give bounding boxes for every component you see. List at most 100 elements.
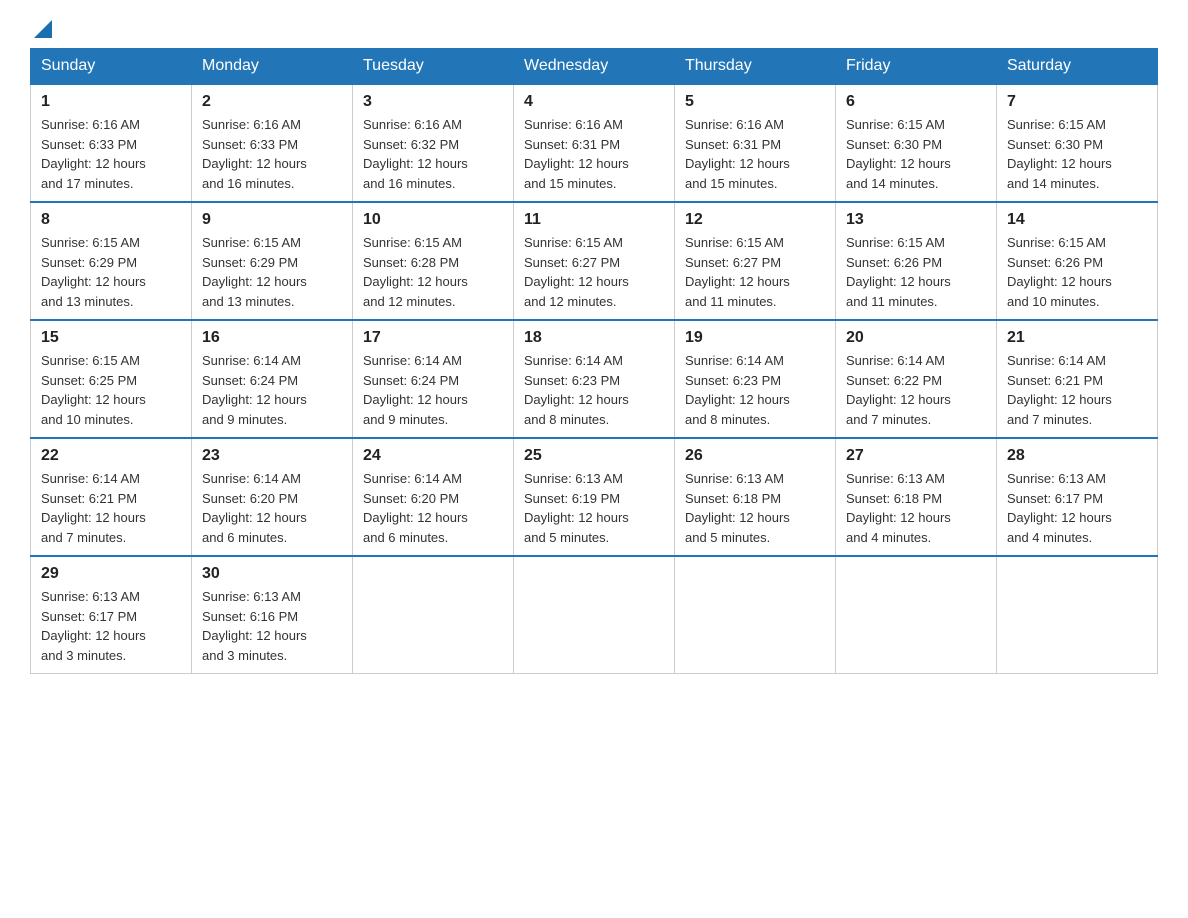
- day-cell-15: 15Sunrise: 6:15 AMSunset: 6:25 PMDayligh…: [31, 320, 192, 438]
- day-number: 30: [202, 565, 342, 583]
- week-row-3: 15Sunrise: 6:15 AMSunset: 6:25 PMDayligh…: [31, 320, 1158, 438]
- day-cell-1: 1Sunrise: 6:16 AMSunset: 6:33 PMDaylight…: [31, 84, 192, 202]
- day-number: 12: [685, 211, 825, 229]
- day-number: 16: [202, 329, 342, 347]
- day-info: Sunrise: 6:14 AMSunset: 6:21 PMDaylight:…: [41, 469, 181, 547]
- day-info: Sunrise: 6:13 AMSunset: 6:16 PMDaylight:…: [202, 587, 342, 665]
- weekday-header-saturday: Saturday: [997, 49, 1158, 85]
- weekday-header-wednesday: Wednesday: [514, 49, 675, 85]
- week-row-2: 8Sunrise: 6:15 AMSunset: 6:29 PMDaylight…: [31, 202, 1158, 320]
- day-info: Sunrise: 6:14 AMSunset: 6:20 PMDaylight:…: [202, 469, 342, 547]
- day-info: Sunrise: 6:15 AMSunset: 6:27 PMDaylight:…: [685, 233, 825, 311]
- day-cell-5: 5 Sunrise: 6:16 AMSunset: 6:31 PMDaylight…: [675, 84, 836, 202]
- day-info: Sunrise: 6:13 AMSunset: 6:17 PMDaylight:…: [1007, 469, 1147, 547]
- day-cell-30: 30 Sunrise: 6:13 AMSunset: 6:16 PMDayligh…: [192, 556, 353, 674]
- weekday-header-thursday: Thursday: [675, 49, 836, 85]
- day-info: Sunrise: 6:14 AMSunset: 6:20 PMDaylight:…: [363, 469, 503, 547]
- day-number: 5: [685, 93, 825, 111]
- day-cell-21: 21 Sunrise: 6:14 AMSunset: 6:21 PMDayligh…: [997, 320, 1158, 438]
- page-header: [30, 20, 1158, 38]
- logo: [30, 20, 54, 38]
- day-cell-26: 26 Sunrise: 6:13 AMSunset: 6:18 PMDayligh…: [675, 438, 836, 556]
- day-number: 9: [202, 211, 342, 229]
- day-number: 28: [1007, 447, 1147, 465]
- logo-triangle-icon: [34, 20, 52, 38]
- day-number: 6: [846, 93, 986, 111]
- day-cell-16: 16 Sunrise: 6:14 AMSunset: 6:24 PMDayligh…: [192, 320, 353, 438]
- day-cell-4: 4Sunrise: 6:16 AMSunset: 6:31 PMDaylight…: [514, 84, 675, 202]
- day-cell-7: 7 Sunrise: 6:15 AMSunset: 6:30 PMDaylight…: [997, 84, 1158, 202]
- day-info: Sunrise: 6:16 AMSunset: 6:31 PMDaylight:…: [685, 115, 825, 193]
- day-cell-28: 28 Sunrise: 6:13 AMSunset: 6:17 PMDayligh…: [997, 438, 1158, 556]
- day-number: 17: [363, 329, 503, 347]
- weekday-header-row: SundayMondayTuesdayWednesdayThursdayFrid…: [31, 49, 1158, 85]
- day-cell-14: 14 Sunrise: 6:15 AMSunset: 6:26 PMDayligh…: [997, 202, 1158, 320]
- day-info: Sunrise: 6:14 AMSunset: 6:21 PMDaylight:…: [1007, 351, 1147, 429]
- day-number: 18: [524, 329, 664, 347]
- day-info: Sunrise: 6:14 AMSunset: 6:22 PMDaylight:…: [846, 351, 986, 429]
- day-number: 29: [41, 565, 181, 583]
- weekday-header-monday: Monday: [192, 49, 353, 85]
- day-info: Sunrise: 6:15 AMSunset: 6:30 PMDaylight:…: [1007, 115, 1147, 193]
- calendar-table: SundayMondayTuesdayWednesdayThursdayFrid…: [30, 48, 1158, 674]
- day-cell-18: 18 Sunrise: 6:14 AMSunset: 6:23 PMDayligh…: [514, 320, 675, 438]
- empty-cell: [675, 556, 836, 674]
- day-number: 23: [202, 447, 342, 465]
- week-row-5: 29 Sunrise: 6:13 AMSunset: 6:17 PMDayligh…: [31, 556, 1158, 674]
- day-cell-17: 17 Sunrise: 6:14 AMSunset: 6:24 PMDayligh…: [353, 320, 514, 438]
- day-info: Sunrise: 6:14 AMSunset: 6:23 PMDaylight:…: [524, 351, 664, 429]
- day-info: Sunrise: 6:16 AMSunset: 6:33 PMDaylight:…: [202, 115, 342, 193]
- day-cell-8: 8Sunrise: 6:15 AMSunset: 6:29 PMDaylight…: [31, 202, 192, 320]
- weekday-header-tuesday: Tuesday: [353, 49, 514, 85]
- day-number: 14: [1007, 211, 1147, 229]
- day-number: 21: [1007, 329, 1147, 347]
- empty-cell: [997, 556, 1158, 674]
- day-cell-22: 22 Sunrise: 6:14 AMSunset: 6:21 PMDayligh…: [31, 438, 192, 556]
- day-number: 15: [41, 329, 181, 347]
- day-cell-24: 24Sunrise: 6:14 AMSunset: 6:20 PMDayligh…: [353, 438, 514, 556]
- day-cell-11: 11 Sunrise: 6:15 AMSunset: 6:27 PMDayligh…: [514, 202, 675, 320]
- day-number: 1: [41, 93, 181, 111]
- week-row-4: 22 Sunrise: 6:14 AMSunset: 6:21 PMDayligh…: [31, 438, 1158, 556]
- day-number: 22: [41, 447, 181, 465]
- day-info: Sunrise: 6:13 AMSunset: 6:18 PMDaylight:…: [685, 469, 825, 547]
- day-cell-6: 6 Sunrise: 6:15 AMSunset: 6:30 PMDaylight…: [836, 84, 997, 202]
- day-number: 3: [363, 93, 503, 111]
- day-info: Sunrise: 6:15 AMSunset: 6:26 PMDaylight:…: [846, 233, 986, 311]
- day-cell-10: 10Sunrise: 6:15 AMSunset: 6:28 PMDayligh…: [353, 202, 514, 320]
- day-info: Sunrise: 6:15 AMSunset: 6:26 PMDaylight:…: [1007, 233, 1147, 311]
- weekday-header-sunday: Sunday: [31, 49, 192, 85]
- day-number: 13: [846, 211, 986, 229]
- day-info: Sunrise: 6:13 AMSunset: 6:19 PMDaylight:…: [524, 469, 664, 547]
- day-number: 7: [1007, 93, 1147, 111]
- day-cell-13: 13 Sunrise: 6:15 AMSunset: 6:26 PMDayligh…: [836, 202, 997, 320]
- day-info: Sunrise: 6:15 AMSunset: 6:27 PMDaylight:…: [524, 233, 664, 311]
- day-number: 19: [685, 329, 825, 347]
- day-number: 10: [363, 211, 503, 229]
- weekday-header-friday: Friday: [836, 49, 997, 85]
- week-row-1: 1 Sunrise: 6:16 AMSunset: 6:33 PMDaylight…: [31, 84, 1158, 202]
- day-info: Sunrise: 6:15 AMSunset: 6:29 PMDaylight:…: [41, 233, 181, 311]
- empty-cell: [514, 556, 675, 674]
- day-cell-29: 29 Sunrise: 6:13 AMSunset: 6:17 PMDayligh…: [31, 556, 192, 674]
- day-cell-3: 3Sunrise: 6:16 AMSunset: 6:32 PMDaylight…: [353, 84, 514, 202]
- day-info: Sunrise: 6:13 AMSunset: 6:18 PMDaylight:…: [846, 469, 986, 547]
- day-cell-27: 27 Sunrise: 6:13 AMSunset: 6:18 PMDayligh…: [836, 438, 997, 556]
- day-number: 4: [524, 93, 664, 111]
- day-info: Sunrise: 6:14 AMSunset: 6:23 PMDaylight:…: [685, 351, 825, 429]
- empty-cell: [836, 556, 997, 674]
- day-number: 11: [524, 211, 664, 229]
- day-cell-19: 19 Sunrise: 6:14 AMSunset: 6:23 PMDayligh…: [675, 320, 836, 438]
- day-number: 25: [524, 447, 664, 465]
- day-cell-9: 9 Sunrise: 6:15 AMSunset: 6:29 PMDaylight…: [192, 202, 353, 320]
- day-cell-23: 23 Sunrise: 6:14 AMSunset: 6:20 PMDayligh…: [192, 438, 353, 556]
- day-info: Sunrise: 6:15 AMSunset: 6:29 PMDaylight:…: [202, 233, 342, 311]
- day-info: Sunrise: 6:15 AMSunset: 6:30 PMDaylight:…: [846, 115, 986, 193]
- day-cell-25: 25 Sunrise: 6:13 AMSunset: 6:19 PMDayligh…: [514, 438, 675, 556]
- day-info: Sunrise: 6:14 AMSunset: 6:24 PMDaylight:…: [363, 351, 503, 429]
- day-info: Sunrise: 6:14 AMSunset: 6:24 PMDaylight:…: [202, 351, 342, 429]
- day-number: 27: [846, 447, 986, 465]
- day-number: 26: [685, 447, 825, 465]
- day-info: Sunrise: 6:13 AMSunset: 6:17 PMDaylight:…: [41, 587, 181, 665]
- day-cell-2: 2Sunrise: 6:16 AMSunset: 6:33 PMDaylight…: [192, 84, 353, 202]
